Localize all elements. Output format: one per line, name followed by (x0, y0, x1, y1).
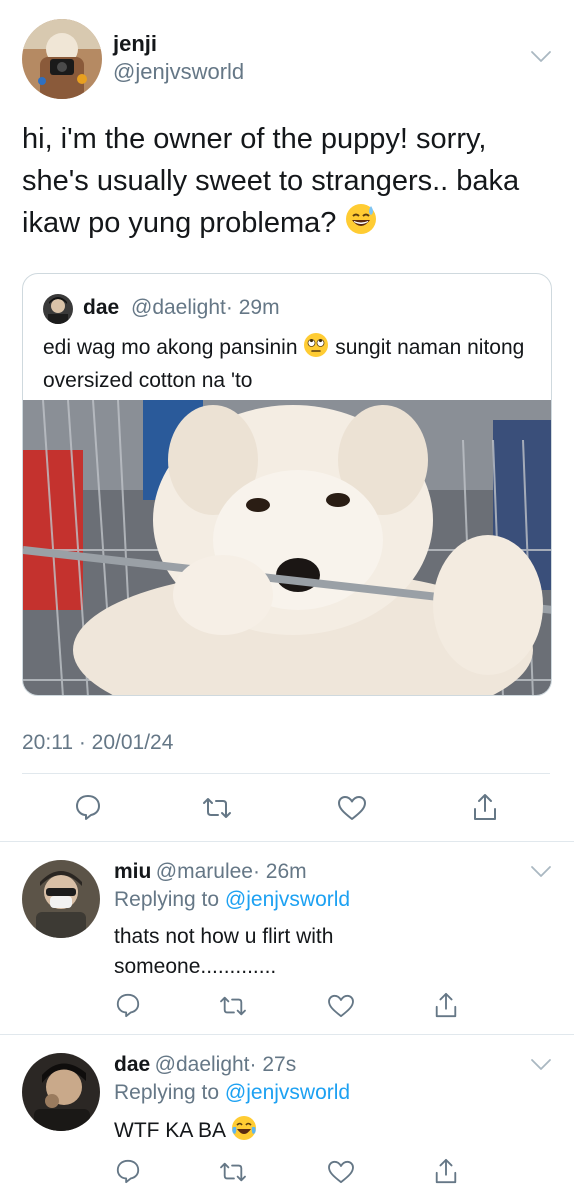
reply-text: WTF KA BA (114, 1115, 257, 1150)
quoted-tweet-card[interactable]: dae @daelight· 29m edi wag mo akong pans… (22, 273, 552, 696)
reply-text-body: WTF KA BA (114, 1119, 225, 1142)
user-handle[interactable]: @jenjvsworld (113, 59, 244, 85)
quoted-text: edi wag mo akong pansinin sungit naman n… (43, 332, 543, 395)
chevron-down-icon[interactable] (530, 1058, 552, 1077)
replying-to: Replying to @jenjvsworld (114, 1081, 350, 1105)
tweet-text-body: hi, i'm the owner of the puppy! sorry, s… (22, 123, 520, 239)
avatar-dae[interactable] (22, 1053, 100, 1131)
like-icon[interactable] (337, 795, 367, 826)
like-icon[interactable] (327, 994, 355, 1023)
retweet-icon[interactable] (218, 1160, 248, 1189)
reply-icon[interactable] (115, 992, 141, 1023)
replying-to-handle[interactable]: @jenjvsworld (225, 1081, 350, 1104)
puppy-photo[interactable] (23, 399, 551, 695)
quoted-display-name: dae (83, 296, 120, 319)
reply-time[interactable]: · 26m (253, 860, 307, 883)
quoted-time: · 29m (225, 296, 280, 319)
tweet-timestamp[interactable]: 20:11 · 20/01/24 (22, 731, 173, 755)
reply-handle[interactable]: @marulee (156, 860, 253, 883)
quoted-handle-time: @daelight· 29m (131, 296, 280, 320)
retweet-icon[interactable] (201, 795, 233, 826)
replying-to-label: Replying to (114, 888, 220, 911)
reply-icon[interactable] (74, 793, 102, 826)
reply-text: thats not how u flirt with someone......… (114, 925, 334, 978)
action-divider-top (22, 773, 550, 774)
like-icon[interactable] (327, 1160, 355, 1189)
quoted-handle: @daelight (131, 296, 226, 319)
sweat-smile-emoji-icon (344, 202, 378, 248)
reply-header: miu @marulee· 26m (114, 860, 307, 884)
tweet-text: hi, i'm the owner of the puppy! sorry, s… (22, 118, 557, 248)
tweet-divider (0, 841, 574, 842)
replying-to-handle[interactable]: @jenjvsworld (225, 888, 350, 911)
retweet-icon[interactable] (218, 994, 248, 1023)
chevron-down-icon[interactable] (530, 50, 552, 69)
replying-to-label: Replying to (114, 1081, 220, 1104)
reply-handle[interactable]: @daelight (155, 1053, 250, 1076)
reply-divider (0, 1034, 574, 1035)
replying-to: Replying to @jenjvsworld (114, 888, 350, 912)
avatar-miu[interactable] (22, 860, 100, 938)
share-icon[interactable] (433, 991, 459, 1024)
quoted-text-part1: edi wag mo akong pansinin (43, 336, 298, 359)
reply-time[interactable]: · 27s (250, 1053, 297, 1076)
reply-header: dae @daelight· 27s (114, 1053, 296, 1077)
share-icon[interactable] (433, 1157, 459, 1190)
avatar-jenji[interactable] (22, 19, 102, 99)
display-name[interactable]: jenji (113, 31, 157, 57)
reply-display-name[interactable]: miu (114, 860, 151, 883)
rolling-eyes-emoji-icon (303, 332, 329, 366)
tears-of-joy-emoji-icon (231, 1115, 257, 1150)
reply-icon[interactable] (115, 1158, 141, 1189)
reply-display-name[interactable]: dae (114, 1053, 150, 1076)
share-icon[interactable] (471, 792, 499, 827)
chevron-down-icon[interactable] (530, 865, 552, 884)
avatar-dae-quote (43, 294, 73, 324)
